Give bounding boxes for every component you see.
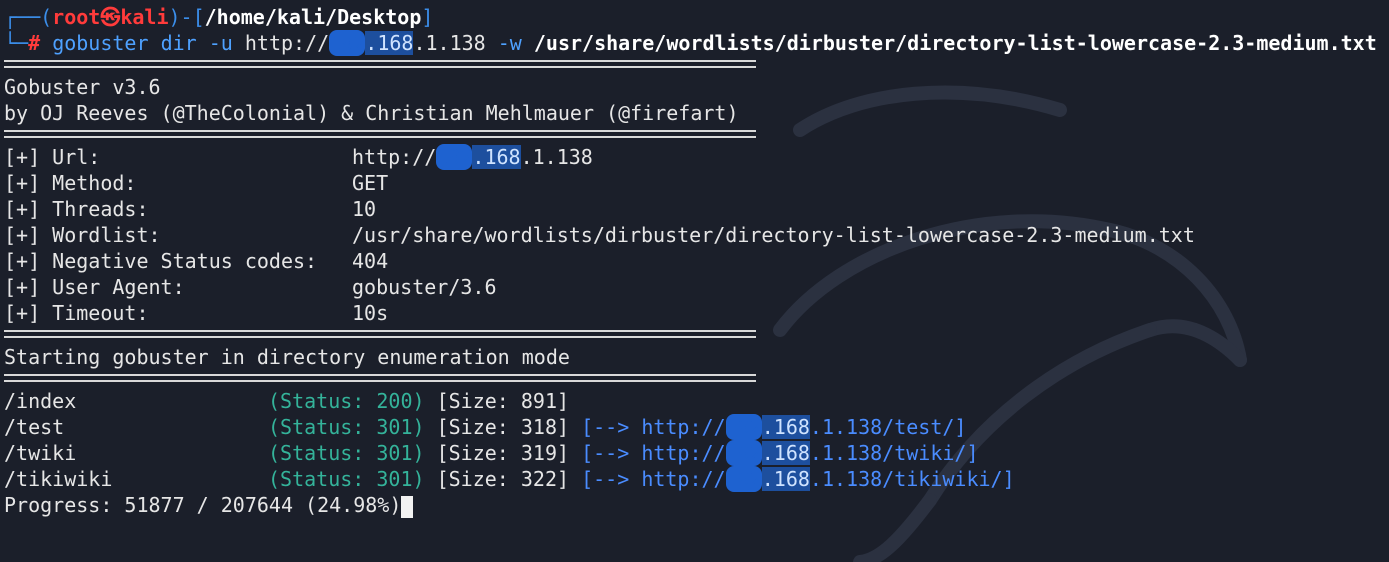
result-row: /test (Status: 301) [Size: 318] [--> http… [4, 414, 1384, 440]
result-path: /index [4, 389, 77, 413]
config-wordlist: [+] Wordlist: /usr/share/wordlists/dirbus… [4, 222, 1384, 248]
config-user-agent: [+] User Agent: gobuster/3.6 [4, 274, 1384, 300]
redirect-link[interactable]: [--> http://192.168.1.138/twiki/] [581, 440, 978, 466]
result-status: (Status: 200) [268, 389, 425, 413]
prompt-path: /home/kali/Desktop [204, 5, 422, 29]
command-flag: -w [497, 31, 522, 55]
config-value: 10s [352, 301, 389, 325]
result-status: (Status: 301) [268, 441, 425, 465]
result-size: [Size: 891] [436, 389, 570, 413]
redirect-link[interactable]: [--> http://192.168.1.138/tikiwiki/] [581, 466, 1015, 492]
config-key: [+] User Agent: [4, 275, 185, 299]
config-value: gobuster/3.6 [352, 275, 497, 299]
config-key: [+] Timeout: [4, 301, 149, 325]
start-message: Starting gobuster in directory enumerati… [4, 345, 570, 369]
result-path: /test [4, 415, 65, 439]
result-status: (Status: 301) [268, 467, 425, 491]
command-args: dir -u [160, 31, 233, 55]
result-status: (Status: 301) [268, 415, 425, 439]
redacted-ip: 192 [725, 414, 762, 440]
config-key: [+] Negative Status codes: [4, 249, 318, 273]
config-timeout: [+] Timeout: 10s [4, 300, 1384, 326]
result-row: /tikiwiki (Status: 301) [Size: 322] [--> … [4, 466, 1384, 492]
command-url-suffix: .1.138 [413, 31, 486, 55]
prompt-symbol: # [28, 31, 41, 55]
config-key: [+] Threads: [4, 197, 149, 221]
separator [4, 374, 756, 382]
command-url-prefix: http:// [244, 31, 330, 55]
result-row: /index (Status: 200) [Size: 891] [4, 388, 1384, 414]
separator [4, 60, 756, 68]
prompt-user: root [52, 5, 101, 29]
config-value: GET [352, 171, 389, 195]
redirect-link[interactable]: [--> http://192.168.1.138/test/] [581, 414, 966, 440]
result-size: [Size: 319] [436, 441, 570, 465]
prompt-host: kali [120, 5, 169, 29]
config-key: [+] Method: [4, 171, 137, 195]
command-bin: gobuster [52, 31, 149, 55]
command-wordlist: /usr/share/wordlists/dirbuster/directory… [533, 31, 1377, 55]
result-path: /twiki [4, 441, 77, 465]
config-method: [+] Method: GET [4, 170, 1384, 196]
config-url: [+] Url: http://192.168.1.138 [4, 144, 593, 170]
config-negative-status: [+] Negative Status codes: 404 [4, 248, 1384, 274]
prompt-line-2[interactable]: └─# gobuster dir -u http://192.168.1.138… [4, 30, 1384, 56]
progress-text: Progress: 51877 / 207644 (24.98%) [4, 493, 402, 517]
redacted-ip: 192 [436, 144, 473, 170]
redacted-ip: 192 [725, 440, 762, 466]
result-path: /tikiwiki [4, 467, 113, 491]
prompt-line-1: ┌──(root㉿kali)-[/home/kali/Desktop] [4, 5, 434, 29]
result-row: /twiki (Status: 301) [Size: 319] [--> htt… [4, 440, 1384, 466]
banner-authors: by OJ Reeves (@TheColonial) & Christian … [4, 101, 739, 125]
config-key: [+] Wordlist: [4, 223, 161, 247]
config-value: 404 [352, 249, 389, 273]
config-value: /usr/share/wordlists/dirbuster/directory… [352, 223, 1195, 247]
result-size: [Size: 318] [436, 415, 570, 439]
command-url-hl: .168 [365, 31, 414, 55]
separator [4, 330, 756, 338]
redacted-ip: 192 [725, 466, 762, 492]
skull-icon: ㉿ [100, 5, 121, 29]
config-threads: [+] Threads: 10 [4, 196, 1384, 222]
config-value: 10 [352, 197, 377, 221]
config-key: [+] Url: [4, 145, 101, 169]
progress-line[interactable]: Progress: 51877 / 207644 (24.98%) [4, 492, 1384, 518]
redacted-ip: 192 [329, 30, 366, 56]
result-size: [Size: 322] [436, 467, 570, 491]
cursor [401, 495, 414, 518]
terminal-window: ┌──(root㉿kali)-[/home/kali/Desktop] └─# … [4, 4, 1384, 518]
separator [4, 130, 756, 138]
banner-title: Gobuster v3.6 [4, 75, 161, 99]
